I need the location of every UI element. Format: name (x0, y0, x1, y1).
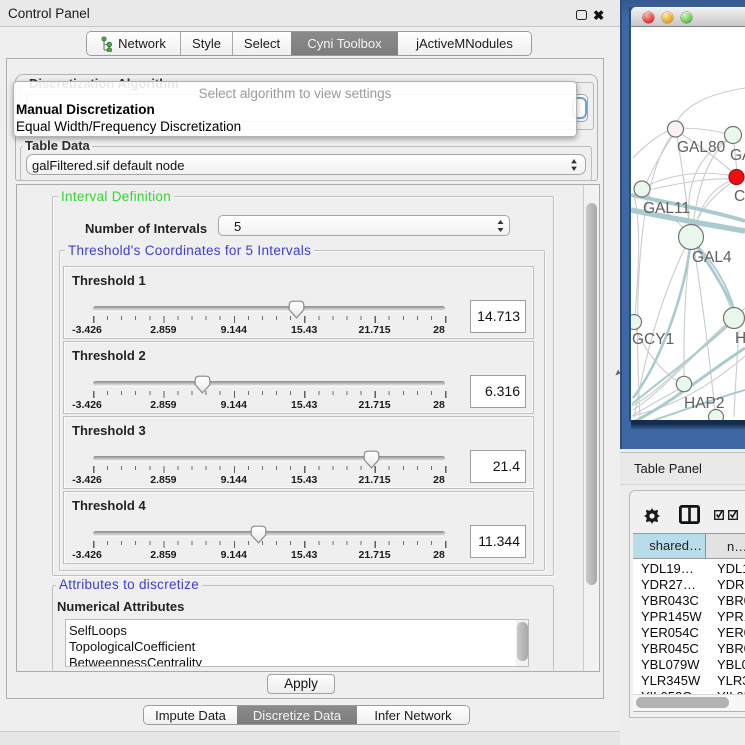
svg-text:GA: GA (730, 147, 745, 164)
svg-text:HAP2: HAP2 (684, 395, 725, 412)
svg-text:C: C (734, 188, 745, 205)
svg-text:GCY1: GCY1 (632, 331, 674, 348)
svg-text:H: H (735, 330, 745, 347)
svg-text:GAL11: GAL11 (643, 200, 690, 217)
svg-text:GAL4: GAL4 (692, 249, 732, 266)
svg-text:GAL80: GAL80 (677, 139, 726, 156)
